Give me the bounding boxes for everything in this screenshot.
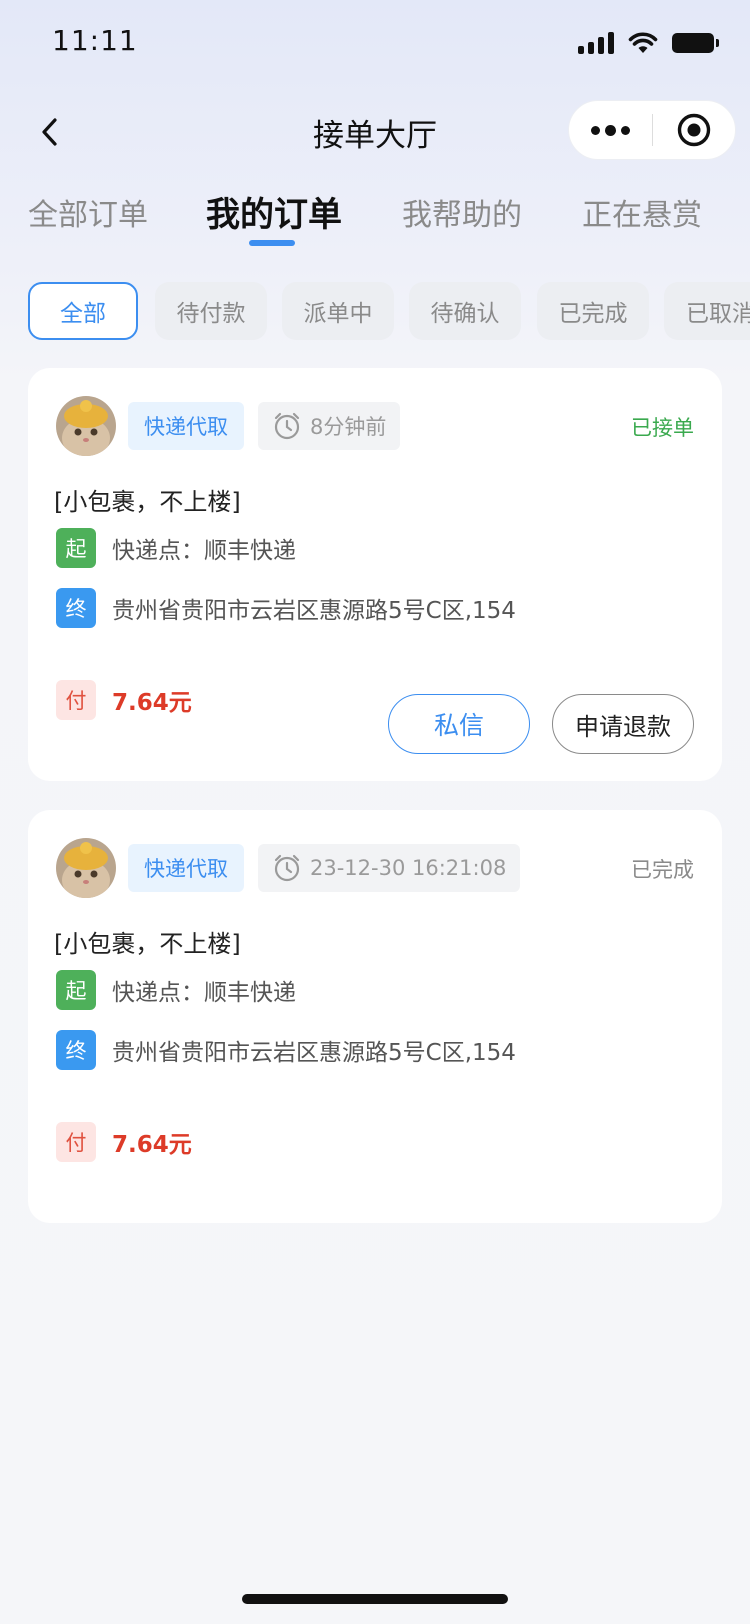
order-time-tag: 8分钟前 [258, 402, 401, 450]
start-badge: 起 [56, 528, 96, 568]
more-dots-icon [590, 125, 600, 135]
filter-pending-payment[interactable]: 待付款 [155, 282, 267, 340]
pay-badge: 付 [56, 680, 96, 720]
tab-helped[interactable]: 我帮助的 [402, 190, 522, 234]
status-bar: 11:11 [0, 0, 750, 92]
tab-bounty[interactable]: 正在悬赏 [582, 190, 702, 234]
status-time: 11:11 [52, 24, 138, 57]
tab-my-orders[interactable]: 我的订单 [206, 187, 342, 236]
filter-dispatching[interactable]: 派单中 [282, 282, 394, 340]
cat-avatar-image [56, 838, 116, 898]
filter-cancelled[interactable]: 已取消 [664, 282, 750, 340]
start-location-text: 快递点：顺丰快递 [112, 980, 296, 1006]
main-tabs: 全部订单 我的订单 我帮助的 正在悬赏 [0, 190, 750, 260]
nav-bar: 接单大厅 [0, 92, 750, 172]
refund-button[interactable]: 申请退款 [552, 694, 694, 754]
filter-all[interactable]: 全部 [28, 282, 138, 340]
status-icons [578, 32, 719, 54]
order-card[interactable]: 快递代取 8分钟前 已接单 [小包裹，不上楼] 起 快递点：顺丰快递 终 贵州省… [28, 368, 722, 781]
end-location-text: 贵州省贵阳市云岩区惠源路5号C区,154 [112, 1040, 516, 1066]
signal-icon [578, 32, 614, 54]
order-time-tag: 23-12-30 16:21:08 [258, 844, 521, 892]
order-status: 已接单 [631, 416, 694, 440]
alarm-clock-icon [274, 854, 300, 882]
pay-amount: 7.64元 [112, 690, 192, 716]
end-location: 终 贵州省贵阳市云岩区惠源路5号C区,154 [56, 588, 516, 628]
start-badge: 起 [56, 970, 96, 1010]
payment-row: 付 7.64元 [56, 680, 192, 720]
pay-amount: 7.64元 [112, 1132, 192, 1158]
end-badge: 终 [56, 1030, 96, 1070]
alarm-clock-icon [274, 412, 300, 440]
tab-indicator [249, 240, 295, 246]
order-description: [小包裹，不上楼] [54, 930, 241, 958]
order-description: [小包裹，不上楼] [54, 488, 241, 516]
end-badge: 终 [56, 588, 96, 628]
pay-badge: 付 [56, 1122, 96, 1162]
cat-avatar-image [56, 396, 116, 456]
start-location-text: 快递点：顺丰快递 [112, 538, 296, 564]
message-button[interactable]: 私信 [388, 694, 530, 754]
start-location: 起 快递点：顺丰快递 [56, 970, 296, 1010]
avatar [56, 838, 116, 898]
close-button[interactable] [653, 112, 736, 148]
tab-all-orders[interactable]: 全部订单 [28, 190, 148, 234]
order-time-text: 8分钟前 [310, 415, 387, 439]
order-card[interactable]: 快递代取 23-12-30 16:21:08 已完成 [小包裹，不上楼] 起 快… [28, 810, 722, 1223]
order-type-tag: 快递代取 [128, 402, 244, 450]
filter-chips: 全部 待付款 派单中 待确认 已完成 已取消 [0, 282, 750, 342]
avatar [56, 396, 116, 456]
wifi-icon [628, 32, 658, 53]
end-location: 终 贵州省贵阳市云岩区惠源路5号C区,154 [56, 1030, 516, 1070]
order-type-tag: 快递代取 [128, 844, 244, 892]
payment-row: 付 7.64元 [56, 1122, 192, 1162]
home-indicator[interactable] [242, 1594, 508, 1604]
mini-program-capsule [568, 100, 736, 160]
filter-completed[interactable]: 已完成 [537, 282, 649, 340]
target-circle-icon [677, 113, 710, 147]
order-time-text: 23-12-30 16:21:08 [310, 856, 507, 880]
filter-pending-confirm[interactable]: 待确认 [409, 282, 521, 340]
battery-icon [672, 33, 719, 53]
start-location: 起 快递点：顺丰快递 [56, 528, 296, 568]
end-location-text: 贵州省贵阳市云岩区惠源路5号C区,154 [112, 598, 516, 624]
order-status: 已完成 [631, 858, 694, 882]
more-button[interactable] [569, 124, 652, 136]
